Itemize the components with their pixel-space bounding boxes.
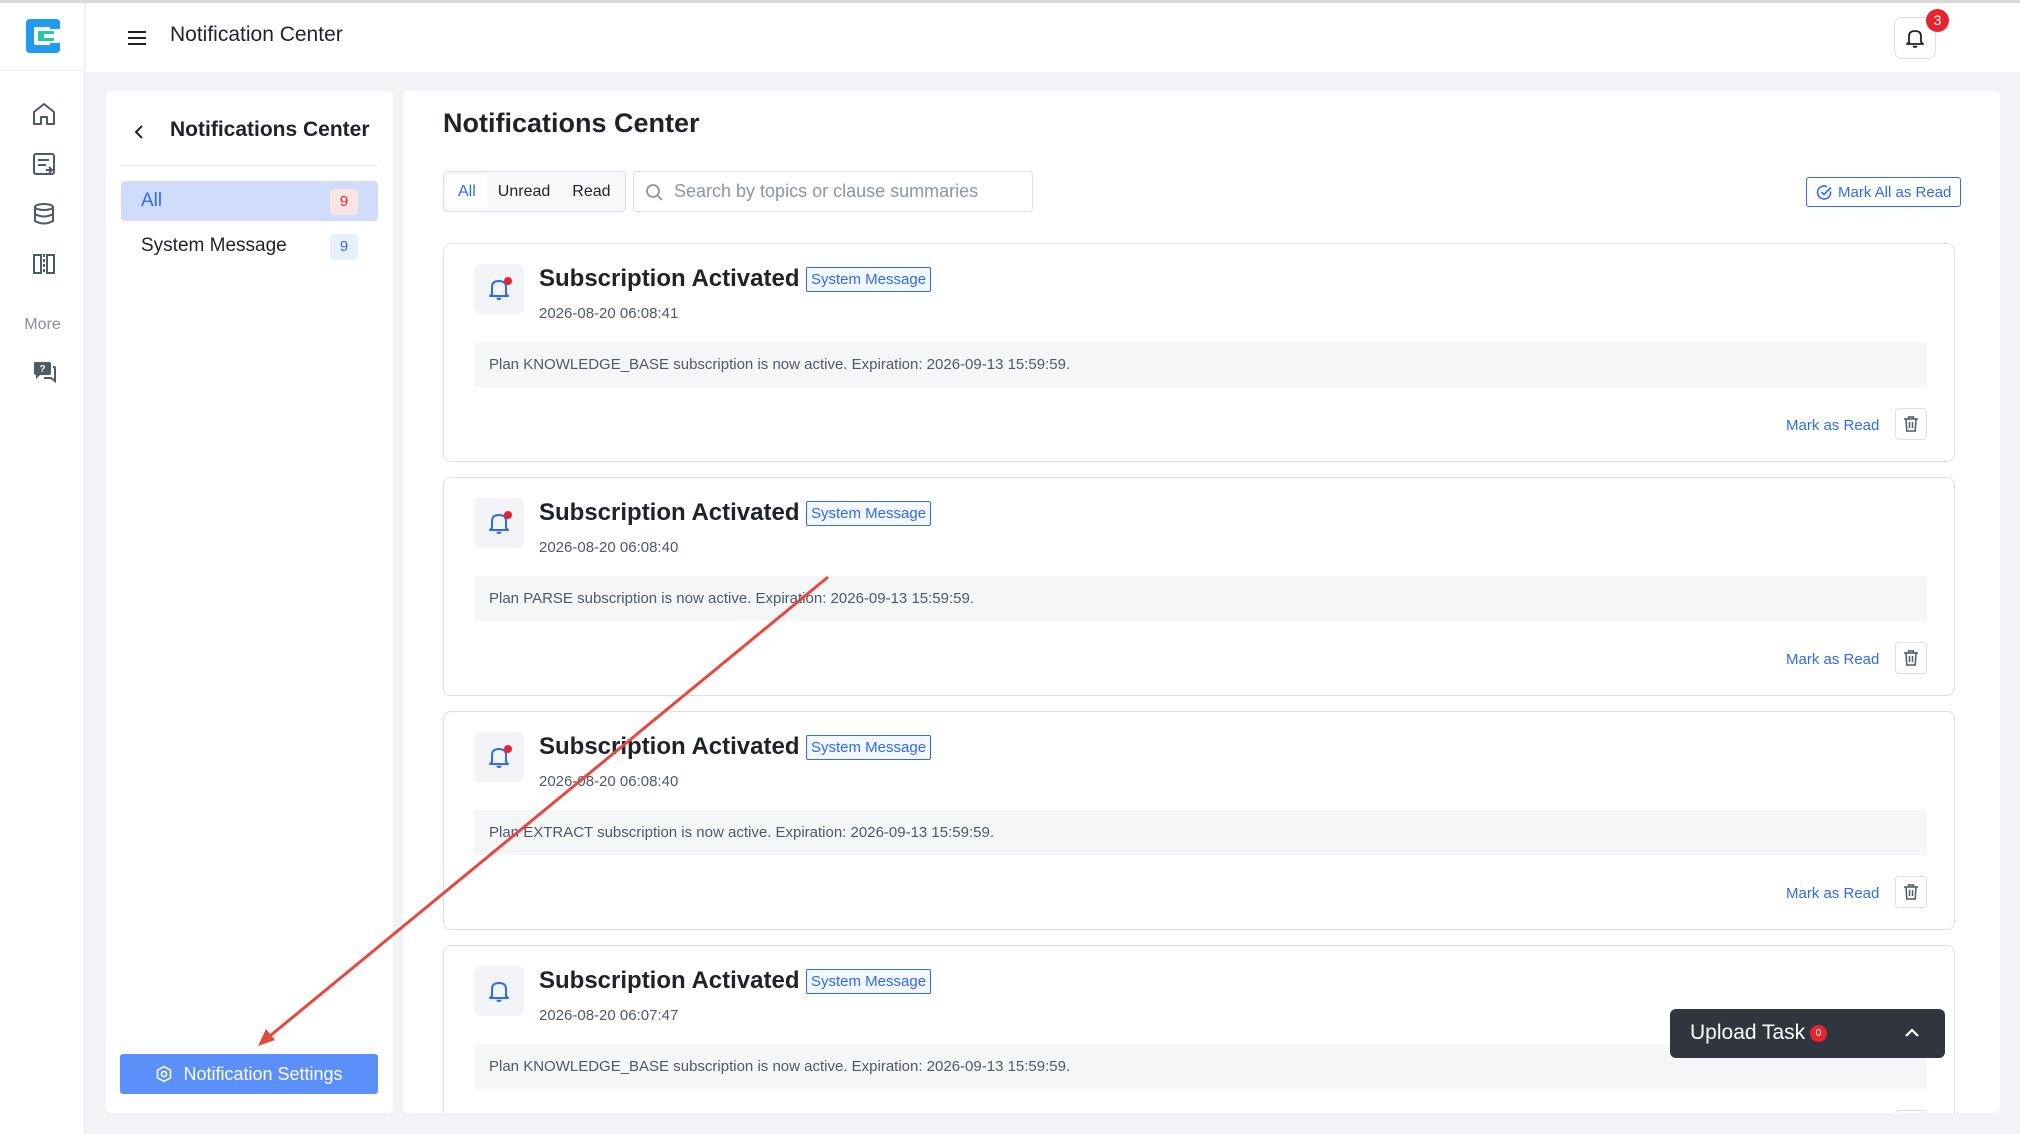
- mark-as-read-link[interactable]: Mark as Read: [1786, 651, 1879, 668]
- delete-button[interactable]: [1895, 642, 1927, 674]
- notification-timestamp: 2026-08-20 06:08:40: [539, 773, 679, 790]
- notification-type-tag: System Message: [806, 267, 932, 292]
- category-label: System Message: [141, 235, 287, 256]
- bell-icon: [474, 498, 524, 548]
- page-title: Notification Center: [170, 23, 343, 46]
- trash-icon: [1904, 416, 1918, 432]
- home-icon[interactable]: [31, 101, 57, 127]
- notification-title: Subscription Activated: [539, 265, 800, 292]
- notification-card[interactable]: Subscription Activated System Message 2026…: [443, 477, 1955, 696]
- help-chat-icon[interactable]: ?: [31, 358, 57, 384]
- notification-type-tag: System Message: [806, 735, 932, 760]
- gear-icon: [157, 1065, 172, 1083]
- back-chevron-icon[interactable]: [128, 121, 150, 143]
- category-count-badge: 9: [330, 189, 358, 215]
- notification-timestamp: 2026-08-20 06:08:40: [539, 539, 679, 556]
- notification-body: Plan EXTRACT subscription is now active.…: [474, 810, 1927, 855]
- notification-body: Plan PARSE subscription is now active. E…: [474, 576, 1927, 621]
- notification-title: Subscription Activated: [539, 733, 800, 760]
- document-list-icon[interactable]: [31, 151, 57, 177]
- bell-icon: [1906, 30, 1924, 48]
- mark-all-read-button[interactable]: Mark All as Read: [1806, 177, 1962, 207]
- svg-text:?: ?: [39, 364, 45, 375]
- menu-toggle-icon[interactable]: [125, 26, 149, 50]
- category-item-system-message[interactable]: System Message 9: [121, 226, 378, 266]
- delete-button[interactable]: [1895, 876, 1927, 908]
- notification-settings-button[interactable]: Notification Settings: [120, 1054, 378, 1094]
- filter-all[interactable]: All: [447, 175, 487, 208]
- rail-more-label: More: [24, 316, 61, 333]
- trash-icon: [1904, 650, 1918, 666]
- bell-icon: [474, 732, 524, 782]
- notification-count-badge: 3: [1926, 9, 1949, 32]
- main-title: Notifications Center: [443, 108, 700, 138]
- screen: More ? Notification Center 3 A Notificat…: [0, 0, 2020, 1134]
- database-icon[interactable]: [31, 201, 57, 227]
- category-label: All: [141, 190, 163, 211]
- notification-title: Subscription Activated: [539, 499, 800, 526]
- top-header: Notification Center 3 A: [86, 3, 2020, 72]
- compare-icon[interactable]: [31, 251, 57, 277]
- panel-divider: [121, 165, 378, 166]
- upload-task-count-badge: 0: [1810, 1025, 1827, 1042]
- notification-body: Plan KNOWLEDGE_BASE subscription is now …: [474, 342, 1927, 387]
- read-filter-segmented: All Unread Read: [443, 171, 626, 212]
- category-item-all[interactable]: All 9: [121, 181, 378, 221]
- bell-icon: [474, 966, 524, 1016]
- category-count-badge: 9: [330, 234, 358, 260]
- notification-type-tag: System Message: [806, 969, 932, 994]
- check-circle-icon: [1816, 184, 1832, 200]
- bell-icon: [474, 264, 524, 314]
- settings-button-label: Notification Settings: [183, 1063, 343, 1084]
- trash-icon: [1904, 884, 1918, 900]
- unread-dot: [504, 277, 512, 285]
- notification-card[interactable]: Subscription Activated System Message 2026…: [443, 243, 1955, 462]
- notification-timestamp: 2026-08-20 06:08:41: [539, 305, 679, 322]
- search-input[interactable]: [674, 172, 1024, 211]
- delete-button[interactable]: [1895, 1110, 1927, 1113]
- search-box: [633, 171, 1033, 212]
- notification-card[interactable]: Subscription Activated System Message 2026…: [443, 711, 1955, 930]
- mark-as-read-link[interactable]: Mark as Read: [1786, 417, 1879, 434]
- notifications-panel: Notifications Center All Unread Read Mar…: [403, 91, 2000, 1113]
- search-icon: [646, 184, 663, 201]
- upload-task-bar[interactable]: Upload Task 0: [1670, 1009, 1945, 1058]
- mark-as-read-link[interactable]: Mark as Read: [1786, 885, 1879, 902]
- unread-dot: [504, 745, 512, 753]
- notification-timestamp: 2026-08-20 06:07:47: [539, 1007, 679, 1024]
- filter-read[interactable]: Read: [561, 175, 621, 208]
- filter-unread[interactable]: Unread: [487, 175, 561, 208]
- chevron-up-icon[interactable]: [1901, 1022, 1923, 1044]
- rail-divider: [0, 70, 85, 71]
- delete-button[interactable]: [1895, 408, 1927, 440]
- notification-title: Subscription Activated: [539, 967, 800, 994]
- nav-rail: More ?: [0, 3, 85, 1134]
- notification-type-tag: System Message: [806, 501, 932, 526]
- panel-title: Notifications Center: [170, 118, 370, 141]
- mark-all-read-label: Mark All as Read: [1838, 183, 1952, 201]
- category-panel: Notifications Center All 9 System Messag…: [106, 91, 393, 1113]
- app-logo-icon[interactable]: [22, 15, 64, 57]
- unread-dot: [504, 511, 512, 519]
- upload-task-label: Upload Task: [1690, 1021, 1806, 1044]
